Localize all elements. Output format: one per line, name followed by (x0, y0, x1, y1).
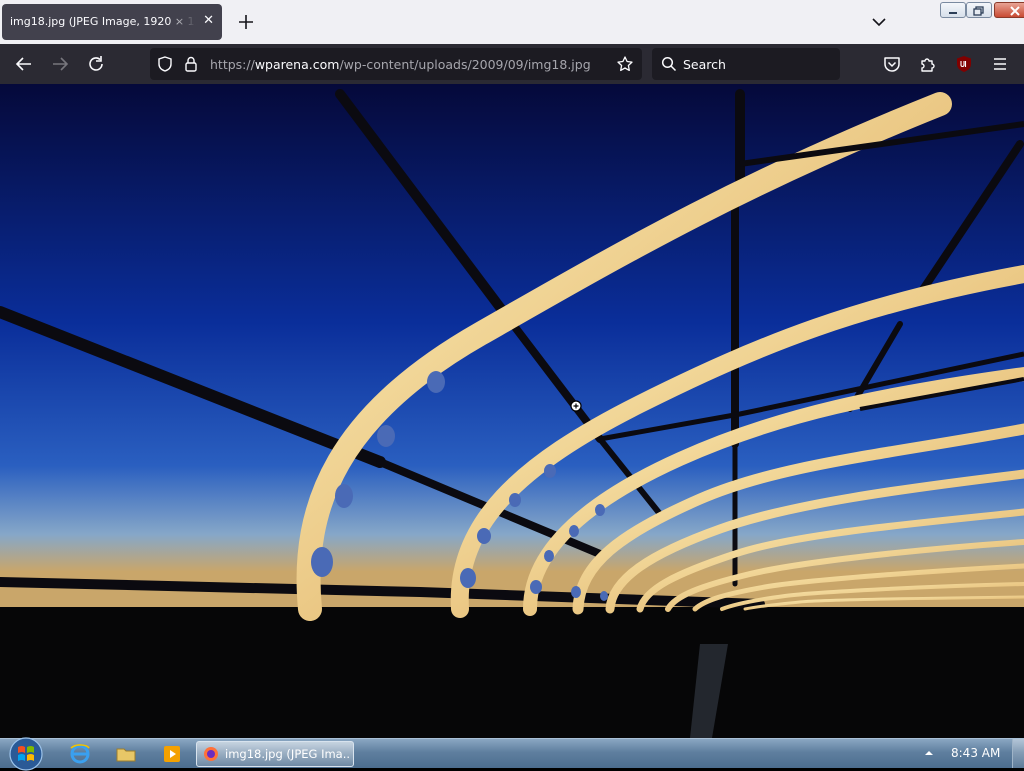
restore-button[interactable] (966, 2, 992, 18)
url-path: /wp-content/uploads/2009/09/img18.jpg (339, 57, 591, 72)
minimize-button[interactable] (940, 2, 966, 18)
image-viewer[interactable] (0, 84, 1024, 738)
search-bar[interactable]: Search (652, 48, 840, 80)
minimize-icon (949, 12, 957, 14)
firefox-icon (204, 747, 218, 761)
close-tab-icon[interactable]: ✕ (203, 14, 214, 28)
taskbar: img18.jpg (JPEG Ima... 8:43 AM (0, 737, 1024, 771)
show-desktop-button[interactable] (1012, 739, 1024, 768)
internet-explorer-icon[interactable] (68, 742, 92, 766)
new-tab-icon[interactable] (236, 12, 256, 32)
search-icon (661, 56, 677, 72)
taskbar-firefox-item[interactable]: img18.jpg (JPEG Ima... (196, 741, 354, 767)
url-host: wparena.com (254, 57, 340, 72)
url-scheme: https:// (210, 57, 255, 72)
media-player-icon[interactable] (160, 742, 184, 766)
star-icon[interactable] (616, 55, 634, 73)
shield-icon[interactable] (156, 55, 174, 73)
nav-toolbar: https://wparena.com/wp-content/uploads/2… (0, 44, 1024, 84)
pocket-icon[interactable] (882, 54, 902, 74)
search-input[interactable]: Search (683, 57, 726, 72)
tray-expand-icon[interactable] (924, 748, 934, 758)
restore-icon (973, 6, 984, 16)
puzzle-icon[interactable] (918, 54, 938, 74)
displayed-image[interactable] (0, 84, 1024, 738)
url-text[interactable]: https://wparena.com/wp-content/uploads/2… (210, 57, 591, 72)
zoom-cursor-icon (570, 400, 582, 412)
folder-icon[interactable] (114, 742, 138, 766)
tab-strip: img18.jpg (JPEG Image, 1920 × 1200 pixel… (0, 0, 1024, 44)
hamburger-icon[interactable] (990, 54, 1010, 74)
tab-title: img18.jpg (JPEG Image, 1920 × 1200 pixel… (10, 15, 196, 28)
reload-icon[interactable] (86, 54, 106, 74)
taskbar-item-label: img18.jpg (JPEG Ima... (225, 747, 349, 761)
arrow-left-icon[interactable] (14, 54, 34, 74)
arrow-right-icon[interactable] (50, 54, 70, 74)
close-icon (1010, 6, 1020, 16)
clock[interactable]: 8:43 AM (951, 746, 1000, 760)
lock-icon[interactable] (183, 55, 199, 73)
start-button[interactable] (8, 737, 44, 771)
tab-image[interactable]: img18.jpg (JPEG Image, 1920 × 1200 pixel… (2, 4, 222, 40)
ublock-icon[interactable] (954, 54, 974, 74)
close-window-button[interactable] (994, 2, 1024, 18)
url-bar[interactable]: https://wparena.com/wp-content/uploads/2… (150, 48, 642, 80)
chevron-down-icon[interactable] (870, 13, 888, 31)
